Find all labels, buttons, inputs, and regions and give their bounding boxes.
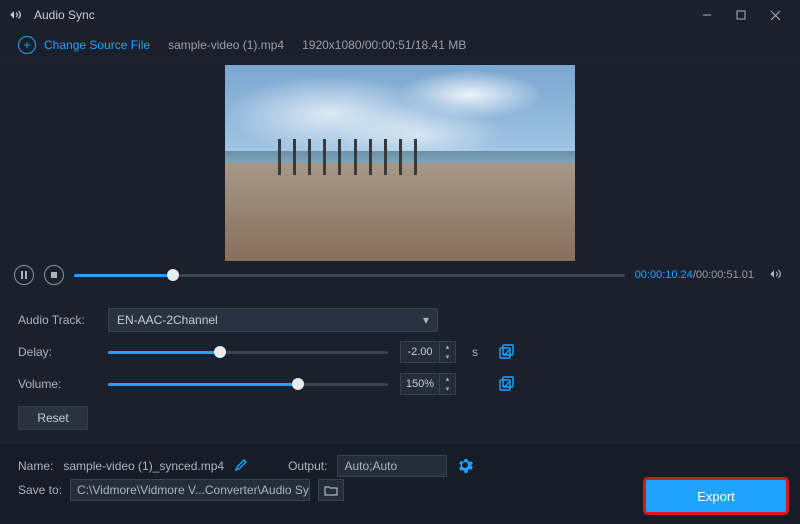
volume-input[interactable]: ▴ ▾ — [400, 373, 456, 395]
volume-value[interactable] — [401, 378, 439, 390]
saveto-label: Save to: — [18, 483, 62, 497]
output-label: Output: — [288, 459, 327, 473]
volume-slider[interactable] — [108, 383, 388, 386]
chevron-down-icon: ▾ — [423, 313, 429, 327]
source-metadata: 1920x1080/00:00:51/18.41 MB — [302, 38, 466, 52]
change-source-label: Change Source File — [44, 38, 150, 52]
footer: Name: sample-video (1)_synced.mp4 Output… — [0, 443, 800, 524]
reset-button[interactable]: Reset — [18, 406, 88, 430]
reset-label: Reset — [37, 411, 68, 425]
export-button[interactable]: Export — [646, 480, 786, 512]
seek-slider[interactable] — [74, 265, 625, 285]
source-filename: sample-video (1).mp4 — [168, 38, 284, 52]
output-settings-button[interactable] — [457, 457, 473, 476]
minimize-button[interactable] — [690, 0, 724, 30]
time-display: 00:00:10.24/00:00:51.01 — [635, 269, 754, 281]
plus-icon: + — [18, 36, 36, 54]
maximize-button[interactable] — [724, 0, 758, 30]
name-label: Name: — [18, 459, 53, 473]
audio-track-select[interactable]: EN-AAC-2Channel ▾ — [108, 308, 438, 332]
video-preview[interactable] — [225, 65, 575, 261]
apply-all-icon — [498, 344, 514, 360]
speaker-icon — [768, 267, 786, 281]
audio-track-value: EN-AAC-2Channel — [117, 313, 218, 327]
saveto-path-select[interactable]: C:\Vidmore\Vidmore V...Converter\Audio S… — [70, 479, 310, 501]
change-source-button[interactable]: + Change Source File — [18, 36, 150, 54]
delay-input[interactable]: ▴ ▾ — [400, 341, 456, 363]
window-title: Audio Sync — [34, 8, 690, 22]
apply-all-icon — [498, 376, 514, 392]
delay-value[interactable] — [401, 346, 439, 358]
volume-label: Volume: — [18, 377, 96, 391]
output-format-select[interactable]: Auto;Auto — [337, 455, 447, 477]
titlebar: Audio Sync — [0, 0, 800, 30]
gear-icon — [457, 457, 473, 473]
current-time: 00:00:10.24 — [635, 269, 693, 281]
total-time: 00:00:51.01 — [696, 269, 754, 281]
export-label: Export — [697, 489, 735, 504]
preview-area — [0, 60, 800, 260]
delay-step-up[interactable]: ▴ — [440, 342, 455, 352]
output-format-value: Auto;Auto — [344, 459, 397, 473]
output-name: sample-video (1)_synced.mp4 — [63, 459, 224, 473]
open-folder-button[interactable] — [318, 479, 344, 501]
transport-bar: 00:00:10.24/00:00:51.01 — [0, 260, 800, 290]
app-icon — [8, 8, 26, 22]
delay-apply-all-button[interactable] — [498, 344, 514, 360]
delay-label: Delay: — [18, 345, 96, 359]
mute-button[interactable] — [768, 267, 786, 284]
stop-icon — [50, 271, 58, 279]
delay-slider[interactable] — [108, 351, 388, 354]
delay-unit: s — [472, 345, 480, 359]
controls-section: Audio Track: EN-AAC-2Channel ▾ Delay: ▴ … — [0, 290, 800, 430]
audio-track-label: Audio Track: — [18, 313, 96, 327]
volume-step-down[interactable]: ▾ — [440, 384, 455, 394]
folder-icon — [324, 484, 338, 496]
pencil-icon — [234, 458, 248, 472]
volume-apply-all-button[interactable] — [498, 376, 514, 392]
pause-icon — [20, 271, 28, 279]
saveto-path-value: C:\Vidmore\Vidmore V...Converter\Audio S… — [77, 483, 310, 497]
volume-step-up[interactable]: ▴ — [440, 374, 455, 384]
source-bar: + Change Source File sample-video (1).mp… — [0, 30, 800, 60]
delay-step-down[interactable]: ▾ — [440, 352, 455, 362]
play-pause-button[interactable] — [14, 265, 34, 285]
edit-name-button[interactable] — [234, 458, 248, 475]
close-button[interactable] — [758, 0, 792, 30]
stop-button[interactable] — [44, 265, 64, 285]
